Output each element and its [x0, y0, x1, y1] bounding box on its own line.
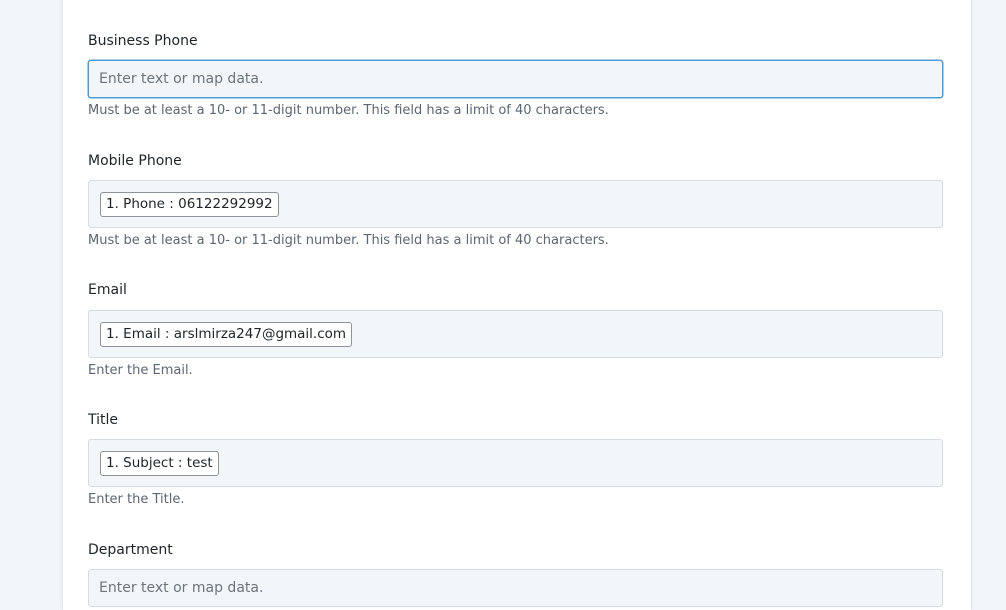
department-field: Department Enter text or map data.	[88, 540, 943, 607]
mobile-phone-mapped-pill[interactable]: 1. Phone : 06122292992	[100, 192, 279, 217]
title-label: Title	[88, 412, 119, 428]
title-help: Enter the Title.	[88, 492, 185, 507]
email-mapped-pill[interactable]: 1. Email : arslmirza247@gmail.com	[100, 322, 353, 347]
title-field: Title 1. Subject : test Enter the Title.	[88, 410, 943, 509]
business-phone-label: Business Phone	[88, 33, 198, 49]
business-phone-help: Must be at least a 10- or 11-digit numbe…	[88, 103, 609, 118]
department-input[interactable]: Enter text or map data.	[88, 569, 943, 607]
department-label: Department	[88, 542, 173, 558]
mobile-phone-field: Mobile Phone 1. Phone : 06122292992 Must…	[88, 151, 943, 250]
business-phone-field: Business Phone Enter text or map data. M…	[88, 31, 943, 120]
email-field: Email 1. Email : arslmirza247@gmail.com …	[88, 280, 943, 380]
title-input[interactable]: 1. Subject : test	[88, 439, 943, 487]
department-placeholder: Enter text or map data.	[99, 580, 264, 596]
email-label: Email	[88, 282, 127, 298]
mobile-phone-input[interactable]: 1. Phone : 06122292992	[88, 180, 943, 228]
mobile-phone-label: Mobile Phone	[88, 153, 182, 169]
email-help: Enter the Email.	[88, 363, 193, 378]
email-input[interactable]: 1. Email : arslmirza247@gmail.com	[88, 310, 943, 358]
business-phone-input[interactable]: Enter text or map data.	[88, 60, 943, 98]
mobile-phone-help: Must be at least a 10- or 11-digit numbe…	[88, 233, 609, 248]
title-mapped-pill[interactable]: 1. Subject : test	[100, 451, 219, 476]
business-phone-placeholder: Enter text or map data.	[99, 71, 264, 87]
